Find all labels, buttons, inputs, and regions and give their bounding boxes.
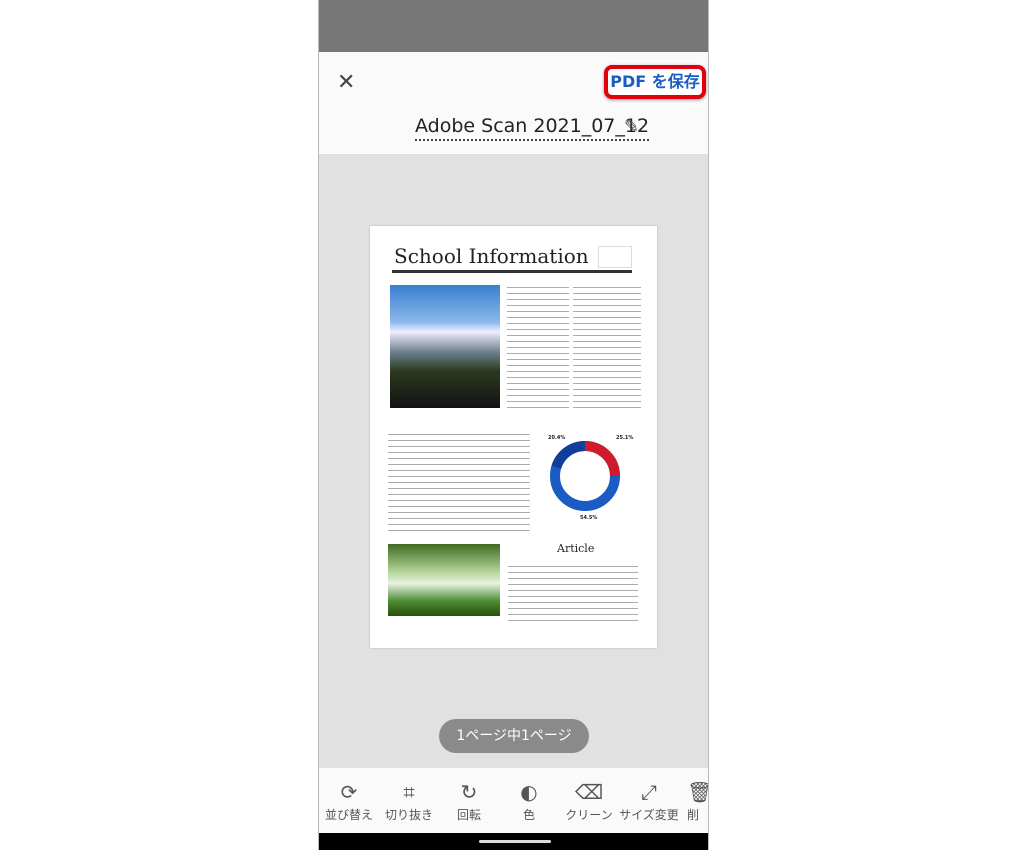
reorder-icon: ⟳ xyxy=(340,780,358,804)
forest-photo xyxy=(388,544,500,616)
heading-rule xyxy=(392,270,632,273)
pencil-icon[interactable]: ✎ xyxy=(624,116,639,137)
trash-icon: 🗑 xyxy=(687,780,708,806)
text-column xyxy=(573,284,641,412)
crop-button[interactable]: ⌗ 切り抜き xyxy=(379,768,439,833)
eraser-icon: ⌫ xyxy=(574,780,604,804)
document-title[interactable]: Adobe Scan 2021_07_12 xyxy=(415,115,650,141)
page-indicator: 1ページ中1ページ xyxy=(439,719,589,753)
resize-button[interactable]: ⤢ サイズ変更 xyxy=(619,768,679,833)
close-icon[interactable]: ✕ xyxy=(337,70,355,95)
resize-icon: ⤢ xyxy=(641,780,657,804)
header: ✕ PDF を保存 Adobe Scan 2021_07_12 ✎ xyxy=(319,52,708,155)
text-column xyxy=(507,284,569,412)
save-pdf-button[interactable]: PDF を保存 xyxy=(604,65,706,99)
scanned-page-preview[interactable]: School Information 20.4% 25.1% 54.5% Art… xyxy=(370,226,657,648)
home-indicator[interactable] xyxy=(479,840,551,843)
article-heading: Article xyxy=(557,542,595,555)
color-button[interactable]: ◐ 色 xyxy=(499,768,559,833)
mountain-photo xyxy=(390,285,500,408)
reorder-button[interactable]: ⟳ 並び替え xyxy=(319,768,379,833)
phone-screen: ✕ PDF を保存 Adobe Scan 2021_07_12 ✎ School… xyxy=(318,0,709,850)
color-icon: ◐ xyxy=(520,780,538,804)
clean-button[interactable]: ⌫ クリーン xyxy=(559,768,619,833)
rotate-icon: ↻ xyxy=(460,780,478,804)
navigation-bar xyxy=(319,833,708,850)
text-column xyxy=(508,563,638,625)
chart-label: 54.5% xyxy=(580,515,598,521)
status-bar xyxy=(319,0,708,52)
doc-heading: School Information xyxy=(394,244,589,268)
text-column xyxy=(388,431,530,531)
delete-button[interactable]: 🗑削 xyxy=(679,768,708,833)
chart-label: 25.1% xyxy=(616,435,634,441)
crop-icon: ⌗ xyxy=(403,780,415,804)
logo-box xyxy=(598,246,632,268)
bottom-toolbar: ⟳並び替え ⌗切り抜き ↻回転 ◐色 ⌫クリーン ⤢サイズ変更 🗑削 xyxy=(319,768,708,833)
chart-label: 20.4% xyxy=(548,435,566,441)
rotate-button[interactable]: ↻ 回転 xyxy=(439,768,499,833)
donut-chart xyxy=(550,441,620,512)
